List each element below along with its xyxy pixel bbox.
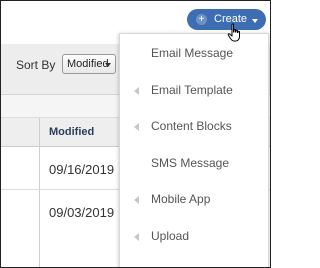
submenu-arrow-icon [134,233,139,241]
sort-by-select[interactable]: Modified [62,54,116,74]
table-cell-modified: 09/03/2019 [49,205,115,220]
screenshot-frame: Sort By Modified Modified 09/16/2019 09/… [0,0,271,268]
menu-item-upload[interactable]: Upload [120,220,268,257]
submenu-arrow-icon [134,196,139,204]
menu-item-email-message[interactable]: Email Message [120,37,268,74]
submenu-arrow-icon [134,123,139,131]
sort-by-value: Modified [67,58,109,70]
menu-item-email-template[interactable]: Email Template [120,74,268,111]
hand-cursor-icon [227,23,240,42]
modified-column-header[interactable]: Modified [49,126,94,138]
submenu-arrow-icon [134,87,139,95]
chevron-down-icon [105,63,111,67]
menu-item-mobile-app[interactable]: Mobile App [120,183,268,220]
table-cell-modified: 09/16/2019 [49,162,115,177]
menu-item-label: Upload [151,229,190,243]
menu-item-label: Email Message [151,46,234,60]
menu-item-label: SMS Message [151,156,230,170]
chevron-down-icon [252,19,258,23]
create-dropdown-menu: Email Message Email Template Content Blo… [119,33,269,267]
menu-item-label: Email Template [151,83,233,97]
column-divider [39,118,40,267]
plus-circle-icon: + [196,14,207,25]
menu-item-label: Mobile App [151,192,211,206]
menu-item-label: Content Blocks [151,119,232,133]
sort-by-label: Sort By [16,58,56,72]
menu-item-sms-message[interactable]: SMS Message [120,147,268,184]
menu-item-content-blocks[interactable]: Content Blocks [120,110,268,147]
